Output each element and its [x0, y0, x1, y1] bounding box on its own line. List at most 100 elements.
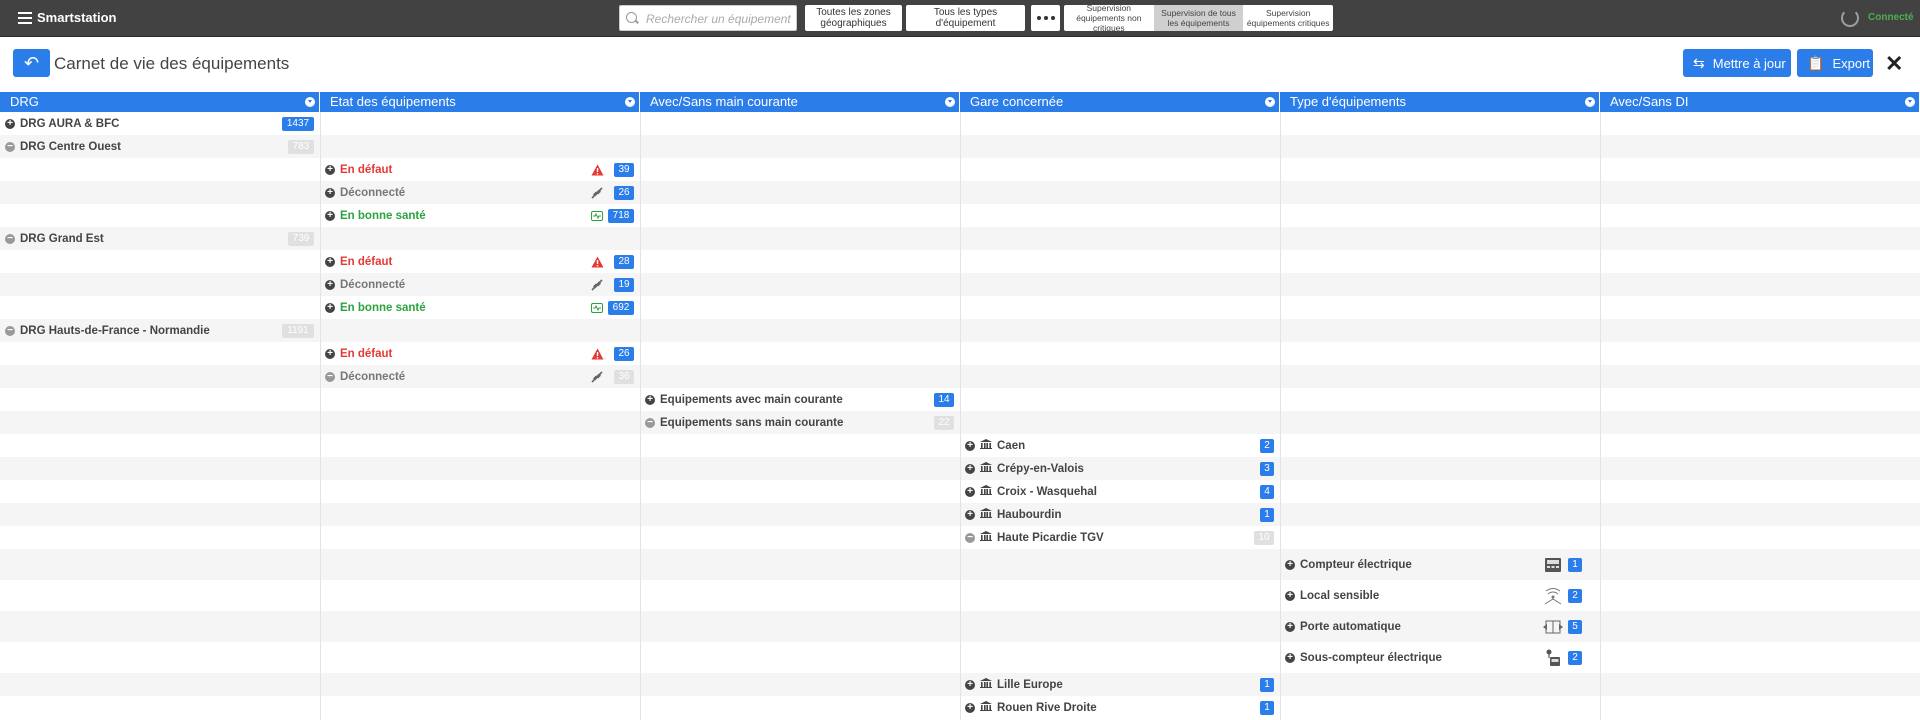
- column-menu-icon[interactable]: [1585, 97, 1595, 107]
- column-header[interactable]: Avec/Sans main courante: [640, 92, 960, 112]
- tree-node[interactable]: En défaut: [325, 342, 392, 365]
- column-divider: [1280, 112, 1281, 720]
- tree-node[interactable]: DRG Centre Ouest: [5, 135, 121, 158]
- automatic-door-icon: [1542, 613, 1564, 640]
- column-divider: [1600, 112, 1601, 720]
- count-badge: 10: [1254, 531, 1274, 545]
- station-icon: [980, 439, 992, 452]
- tree-node[interactable]: En défaut: [325, 250, 392, 273]
- collapse-icon[interactable]: [5, 233, 15, 244]
- tree-node[interactable]: En défaut: [325, 158, 392, 181]
- clipboard-icon: 📋: [1807, 54, 1825, 71]
- segment-all[interactable]: Supervision de tous les équipements: [1153, 5, 1244, 31]
- expand-icon[interactable]: [325, 302, 335, 313]
- tree-node[interactable]: DRG AURA & BFC: [5, 112, 119, 135]
- station-icon: [980, 678, 992, 691]
- warning-icon: [590, 344, 604, 363]
- page-title: Carnet de vie des équipements: [54, 54, 290, 73]
- menu-icon[interactable]: [18, 12, 32, 24]
- segment-critical[interactable]: Supervision équipements critiques: [1243, 5, 1333, 31]
- count-badge: 1: [1260, 701, 1274, 715]
- column-header[interactable]: Avec/Sans DI: [1600, 92, 1920, 112]
- types-filter-button[interactable]: Tous les types d'équipement: [906, 5, 1025, 31]
- expand-icon[interactable]: [325, 348, 335, 359]
- tree-node[interactable]: Haubourdin: [965, 503, 1062, 526]
- expand-icon[interactable]: [965, 440, 975, 451]
- tree-node[interactable]: Rouen Rive Droite: [965, 696, 1097, 719]
- segment-non-critical[interactable]: Supervision équipements non critiques: [1064, 3, 1154, 33]
- column-menu-icon[interactable]: [1265, 97, 1275, 107]
- tree-node[interactable]: Porte automatique: [1285, 611, 1401, 642]
- expand-icon[interactable]: [965, 702, 975, 713]
- tree-node[interactable]: Equipements sans main courante: [645, 411, 843, 434]
- count-badge: 26: [614, 186, 634, 200]
- column-header[interactable]: Gare concernée: [960, 92, 1280, 112]
- node-label: Déconnecté: [340, 278, 406, 291]
- count-badge: 1191: [282, 324, 314, 338]
- search-input[interactable]: [644, 9, 796, 29]
- tree-node[interactable]: Croix - Wasquehal: [965, 480, 1097, 503]
- node-label: Crépy-en-Valois: [997, 462, 1084, 475]
- tree-node[interactable]: Compteur électrique: [1285, 549, 1412, 580]
- column-header[interactable]: DRG: [0, 92, 320, 112]
- node-label: Caen: [997, 439, 1026, 452]
- expand-icon[interactable]: [645, 394, 655, 405]
- count-badge: 4: [1260, 485, 1274, 499]
- tree-node[interactable]: Caen: [965, 434, 1025, 457]
- unplug-icon: [590, 183, 604, 202]
- collapse-icon[interactable]: [325, 371, 335, 382]
- column-menu-icon[interactable]: [625, 97, 635, 107]
- collapse-icon[interactable]: [5, 325, 15, 336]
- export-button[interactable]: 📋 Export: [1797, 49, 1873, 77]
- count-badge: 1: [1260, 678, 1274, 692]
- back-button[interactable]: ↶: [13, 49, 50, 77]
- expand-icon[interactable]: [325, 279, 335, 290]
- tree-node[interactable]: Sous-compteur électrique: [1285, 642, 1442, 673]
- tree-node[interactable]: Lille Europe: [965, 673, 1063, 696]
- zones-filter-button[interactable]: Toutes les zones géographiques: [805, 5, 902, 31]
- station-icon: [980, 462, 992, 475]
- column-menu-icon[interactable]: [305, 97, 315, 107]
- supervision-segmented-control: Supervision équipements non critiques Su…: [1064, 3, 1333, 33]
- expand-icon[interactable]: [325, 164, 335, 175]
- count-badge: 28: [614, 255, 634, 269]
- tree-node[interactable]: Déconnecté: [325, 365, 405, 388]
- column-menu-icon[interactable]: [1905, 97, 1915, 107]
- column-menu-icon[interactable]: [945, 97, 955, 107]
- tree-node[interactable]: Haute Picardie TGV: [965, 526, 1104, 549]
- collapse-icon[interactable]: [645, 417, 655, 428]
- tree-node[interactable]: Déconnecté: [325, 181, 405, 204]
- close-icon[interactable]: ✕: [1885, 51, 1903, 77]
- expand-icon[interactable]: [325, 256, 335, 267]
- tree-node[interactable]: Equipements avec main courante: [645, 388, 843, 411]
- expand-icon[interactable]: [325, 187, 335, 198]
- collapse-icon[interactable]: [965, 532, 975, 543]
- station-icon: [980, 485, 992, 498]
- search-box[interactable]: [619, 5, 797, 31]
- tree-node[interactable]: Crépy-en-Valois: [965, 457, 1084, 480]
- node-label: DRG Centre Ouest: [20, 140, 121, 153]
- expand-icon[interactable]: [965, 509, 975, 520]
- tree-node[interactable]: En bonne santé: [325, 296, 426, 319]
- expand-icon[interactable]: [1285, 559, 1295, 570]
- expand-icon[interactable]: [1285, 590, 1295, 601]
- expand-icon[interactable]: [325, 210, 335, 221]
- column-header[interactable]: Etat des équipements: [320, 92, 640, 112]
- column-header[interactable]: Type d'équipements: [1280, 92, 1600, 112]
- update-button[interactable]: ⇆ Mettre à jour: [1683, 49, 1791, 77]
- count-badge: 3: [1260, 462, 1274, 476]
- expand-icon[interactable]: [965, 463, 975, 474]
- expand-icon[interactable]: [965, 486, 975, 497]
- expand-icon[interactable]: [5, 118, 15, 129]
- tree-node[interactable]: Local sensible: [1285, 580, 1379, 611]
- tree-node[interactable]: DRG Hauts-de-France - Normandie: [5, 319, 210, 342]
- node-label: Equipements avec main courante: [660, 393, 843, 406]
- more-options-button[interactable]: [1031, 5, 1060, 31]
- expand-icon[interactable]: [965, 679, 975, 690]
- tree-node[interactable]: DRG Grand Est: [5, 227, 104, 250]
- tree-node[interactable]: Déconnecté: [325, 273, 405, 296]
- expand-icon[interactable]: [1285, 621, 1295, 632]
- tree-node[interactable]: En bonne santé: [325, 204, 426, 227]
- collapse-icon[interactable]: [5, 141, 15, 152]
- expand-icon[interactable]: [1285, 652, 1295, 663]
